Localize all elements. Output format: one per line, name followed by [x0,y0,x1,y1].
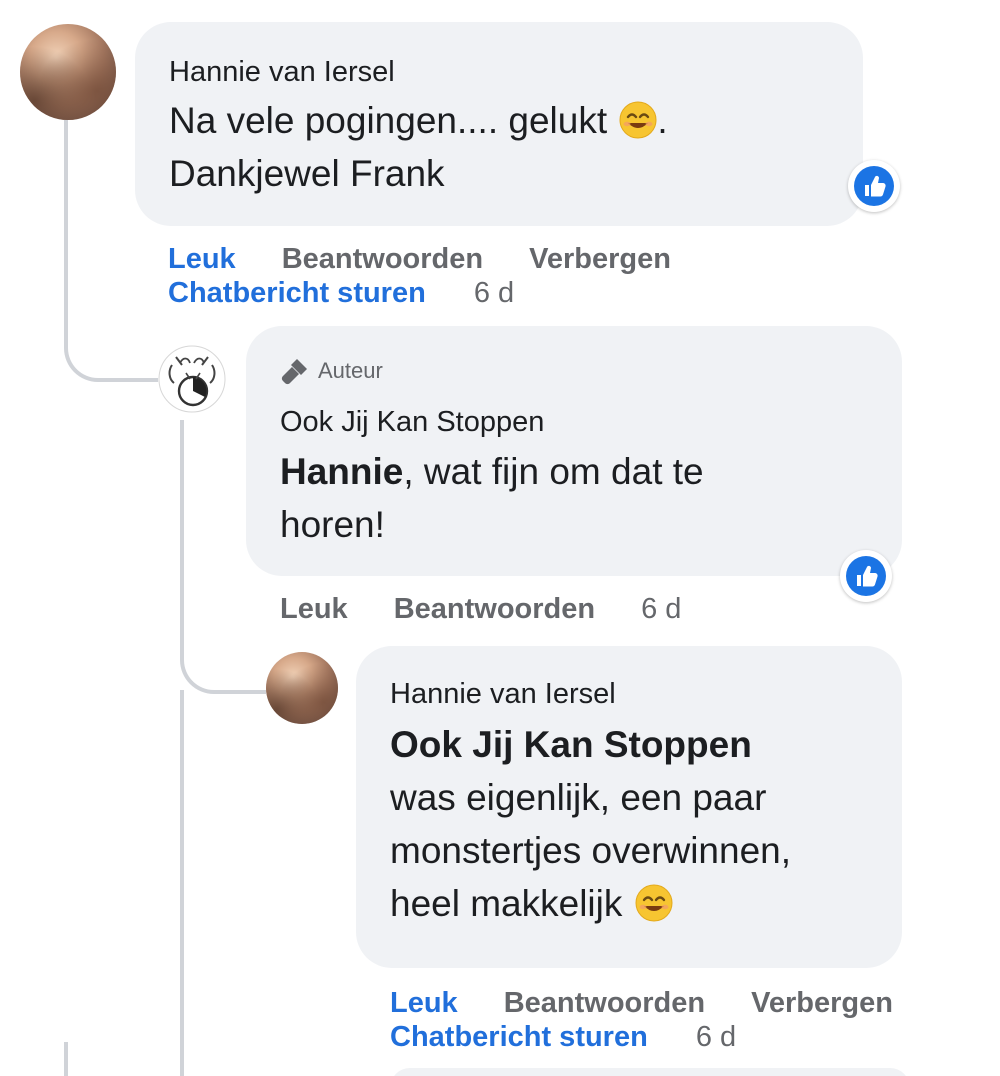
hide-link[interactable]: Verbergen [751,986,893,1020]
comment-text-line: Na vele pogingen.... gelukt [169,100,608,141]
comment-actions: Leuk Beantwoorden Verbergen Chatbericht st… [390,986,893,1054]
timestamp[interactable]: 6 d [474,276,514,310]
comment-actions: Leuk Beantwoorden Verbergen Chatbericht st… [168,242,671,310]
reply-link[interactable]: Beantwoorden [394,592,595,626]
comment-author[interactable]: Ook Jij Kan Stoppen [280,406,544,439]
comment-text: Ook Jij Kan Stoppen was eigenlijk, een p… [390,718,791,930]
comment-thread: Hannie van Iersel Na vele pogingen.... g… [0,0,1000,1076]
comment-text: Hannie, wat fijn om dat te horen! [280,445,704,551]
mention-link[interactable]: Ook Jij Kan Stoppen [390,724,752,765]
comment-bubble: Hannie van Iersel Na vele pogingen.... g… [135,22,863,226]
like-reaction-icon[interactable] [848,160,900,212]
avatar[interactable] [20,24,116,120]
thread-curve-reply-2 [180,640,266,694]
timestamp[interactable]: 6 d [696,1020,736,1054]
thread-line-reply-lower [180,690,184,1076]
send-message-link[interactable]: Chatbericht sturen [390,1020,648,1054]
comment-actions: Leuk Beantwoorden 6 d [280,592,681,626]
send-message-link[interactable]: Chatbericht sturen [168,276,426,310]
comment-author[interactable]: Hannie van Iersel [169,56,395,89]
comment-text-line: Dankjewel Frank [169,153,445,194]
thread-line-lower-left [64,1042,68,1076]
author-badge-label: Auteur [318,358,383,383]
like-link[interactable]: Leuk [168,242,236,276]
avatar[interactable] [266,652,338,724]
thread-curve-reply-1 [64,300,168,382]
comment-text-end: . [657,100,668,141]
comment-text-line: heel makkelijk [390,883,623,924]
comment-text-line: , wat fijn om dat te [403,451,704,492]
mention-link[interactable]: Hannie [280,451,403,492]
reply-link[interactable]: Beantwoorden [504,986,705,1020]
comment-bubble: Auteur Ook Jij Kan Stoppen Hannie, wat f… [246,326,902,576]
like-reaction-icon[interactable] [840,550,892,602]
comment-text: Na vele pogingen.... gelukt . Dankjewel … [169,94,668,200]
timestamp[interactable]: 6 d [641,592,681,626]
comment-bubble: Hannie van Iersel Ook Jij Kan Stoppen wa… [356,646,902,968]
thread-line-main [64,120,68,320]
like-link[interactable]: Leuk [280,592,348,626]
like-link[interactable]: Leuk [390,986,458,1020]
reply-link[interactable]: Beantwoorden [282,242,483,276]
author-badge: Auteur [280,356,383,386]
comment-text-line: horen! [280,504,385,545]
hide-link[interactable]: Verbergen [529,242,671,276]
page-avatar-icon[interactable] [158,345,226,413]
comment-author[interactable]: Hannie van Iersel [390,678,616,711]
smile-emoji-icon [635,883,673,922]
next-comment-bubble-partial [390,1068,910,1076]
microphone-icon [281,359,307,385]
thread-line-reply [180,420,184,660]
comment-text-line: monstertjes overwinnen, [390,830,792,871]
smile-emoji-icon [619,100,657,139]
comment-text-line: was eigenlijk, een paar [390,777,767,818]
